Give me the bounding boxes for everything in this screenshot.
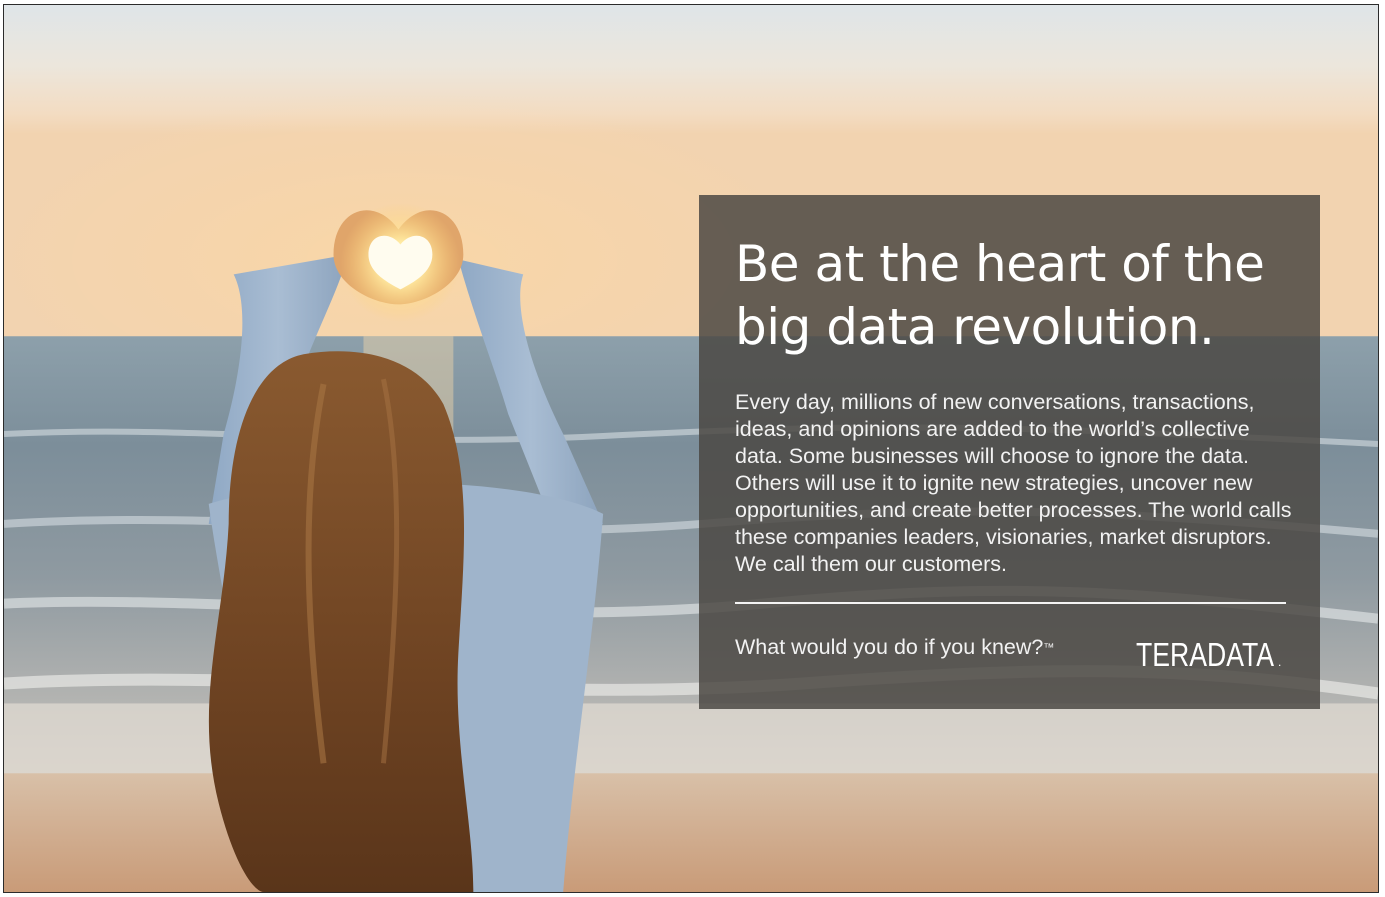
message-panel: Be at the heart of the big data revoluti… — [699, 195, 1320, 709]
headline: Be at the heart of the big data revoluti… — [735, 233, 1295, 359]
logo-registered-mark: . — [1278, 655, 1281, 669]
divider — [735, 602, 1286, 604]
teradata-logo[interactable]: TERADATA . — [1136, 632, 1286, 672]
body-copy: Every day, millions of new conversations… — [735, 390, 1292, 576]
headline-line-1: Be at the heart of the — [735, 235, 1265, 293]
tagline: What would you do if you knew?™ — [735, 634, 1054, 660]
tagline-text: What would you do if you knew? — [735, 635, 1044, 659]
logo-wordmark: TERADATA — [1136, 636, 1274, 672]
advertisement: Be at the heart of the big data revoluti… — [3, 4, 1379, 893]
footer-row: What would you do if you knew?™ TERADATA… — [735, 632, 1286, 672]
headline-line-2: big data revolution. — [735, 298, 1215, 356]
trademark-mark: ™ — [1043, 642, 1055, 654]
